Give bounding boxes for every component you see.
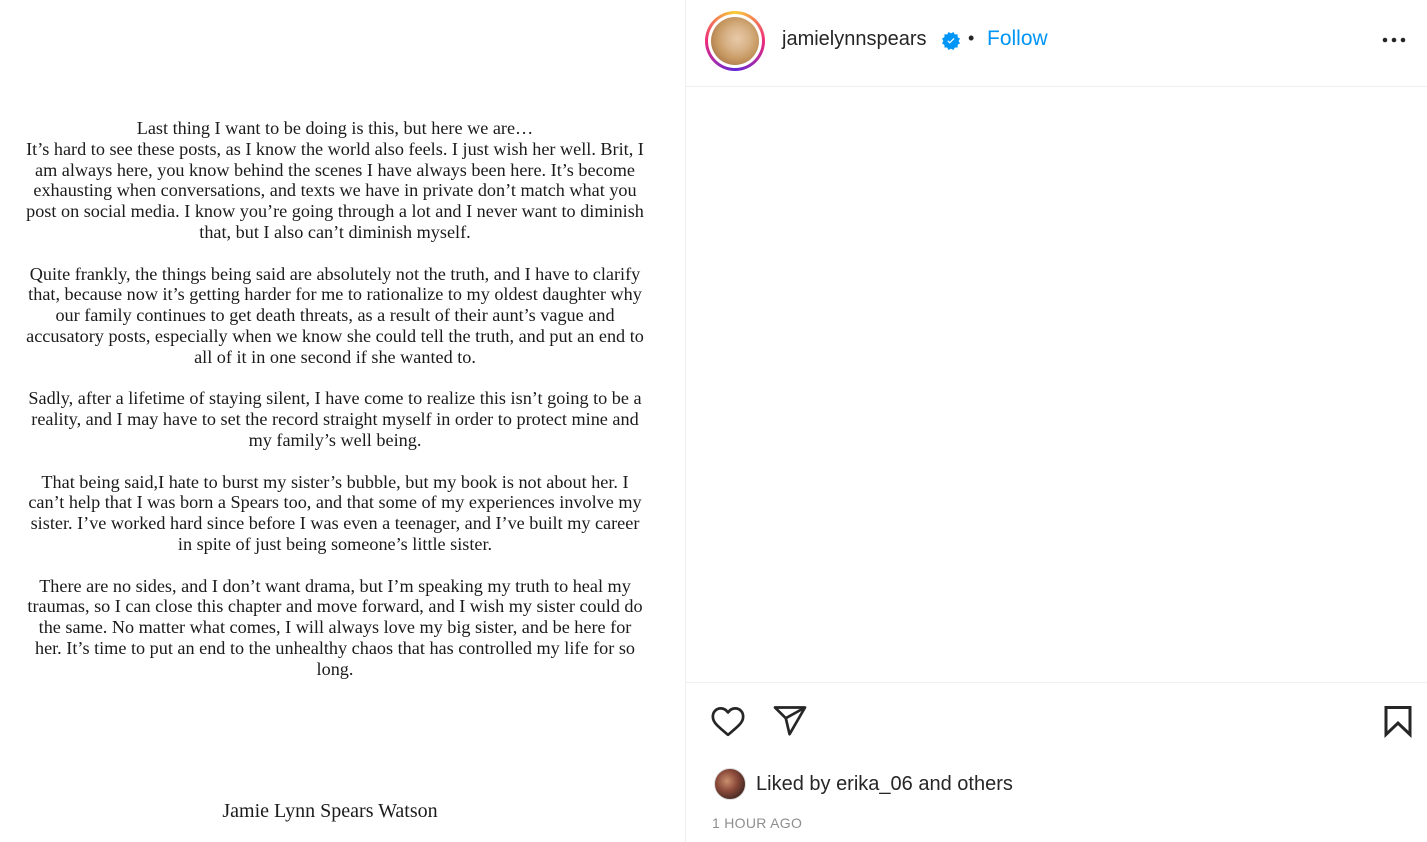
statement-signature: Jamie Lynn Spears Watson [222,800,438,822]
statement-paragraph-1: Last thing I want to be doing is this, b… [26,118,644,242]
statement-paragraph-5: There are no sides, and I don’t want dra… [27,575,643,679]
heart-icon[interactable] [710,703,746,739]
post-timestamp[interactable]: 1 HOUR AGO [712,815,802,831]
action-bar [686,683,1427,759]
header-separator: • [968,28,975,48]
bookmark-icon[interactable] [1380,703,1416,739]
likes-prefix: Liked by [756,772,831,795]
post-side-panel: jamielynnspears • Follow Liked by erika_… [686,0,1427,842]
send-icon[interactable] [772,703,808,739]
liker-username-link[interactable]: erika_06 [836,773,913,796]
statement-paragraph-2: Quite frankly, the things being said are… [26,263,644,367]
statement-text: Last thing I want to be doing is this, b… [24,118,646,700]
post-header: jamielynnspears • Follow [686,0,1427,87]
statement-paragraph-4: That being said,I hate to burst my siste… [28,471,642,554]
username-link[interactable]: jamielynnspears [782,28,927,51]
comments-area[interactable] [686,87,1427,683]
post-image[interactable]: Last thing I want to be doing is this, b… [0,0,686,842]
follow-button[interactable]: Follow [987,27,1048,51]
more-options-icon[interactable] [1381,30,1407,50]
avatar[interactable] [705,11,765,71]
liker-avatar[interactable] [714,768,746,800]
avatar-image [711,17,759,65]
likes-others-link[interactable]: others [957,773,1013,796]
likes-conjunction: and [918,772,952,795]
statement-paragraph-3: Sadly, after a lifetime of staying silen… [28,388,642,450]
post-dialog: Last thing I want to be doing is this, b… [0,0,1427,842]
verified-badge-icon [942,32,960,50]
likes-summary: Liked by erika_06 and others [714,768,1013,800]
